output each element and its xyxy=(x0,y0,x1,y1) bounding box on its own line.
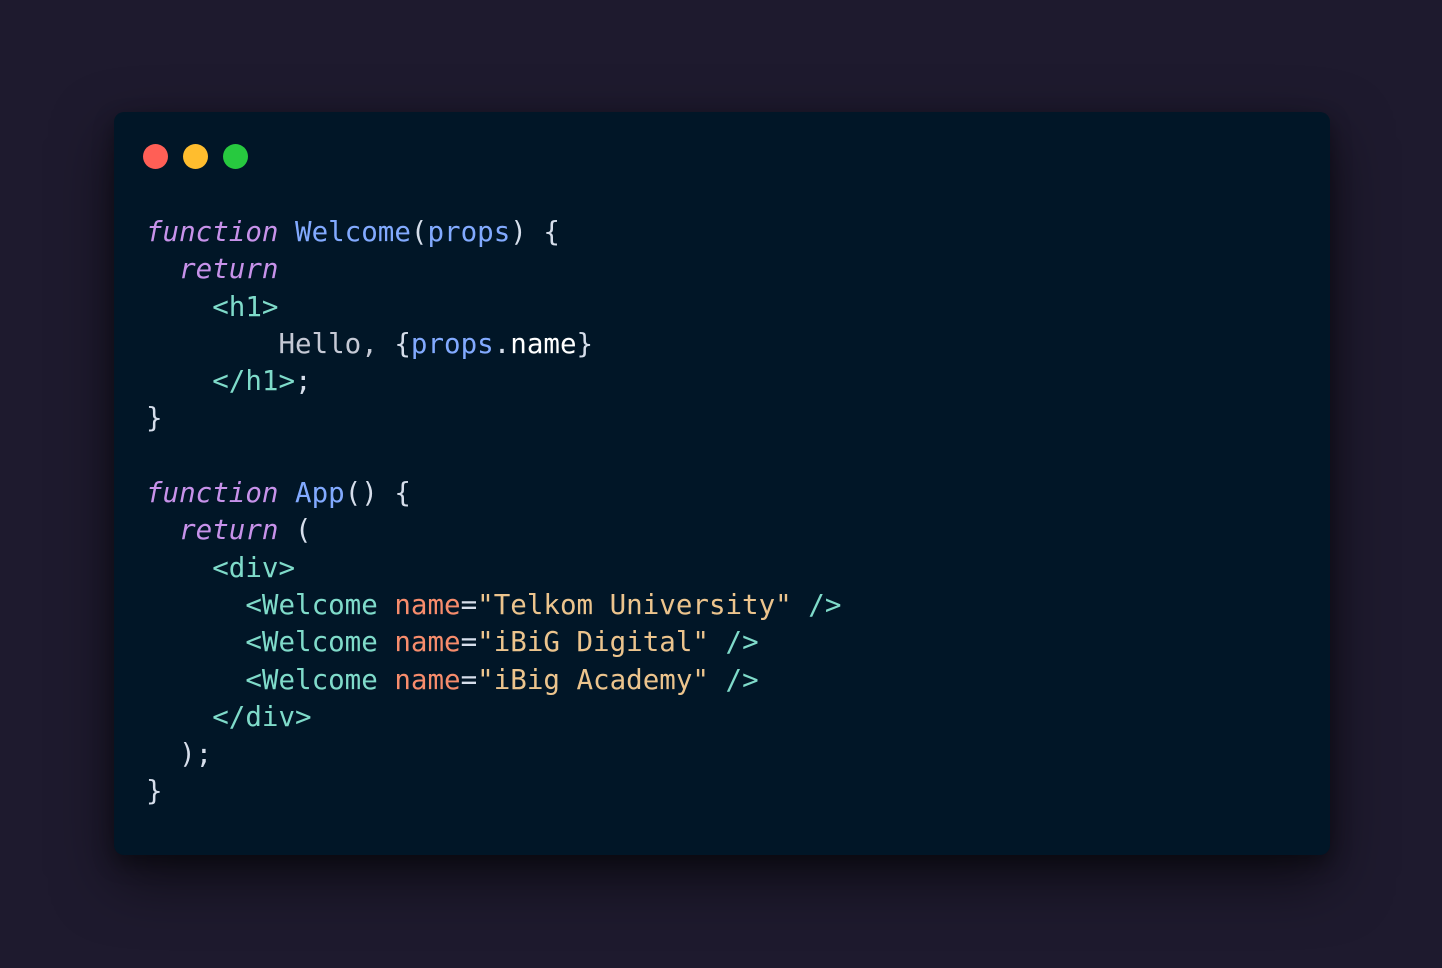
code-line: function App() { xyxy=(146,475,841,512)
code-line: <h1> xyxy=(146,289,841,326)
code-token: ); xyxy=(179,738,213,771)
code-token: /> xyxy=(725,626,759,659)
code-line: return xyxy=(146,251,841,288)
code-line: </h1>; xyxy=(146,363,841,400)
code-token: } xyxy=(146,775,163,808)
code-token: Hello, xyxy=(278,327,395,360)
code-token: () { xyxy=(344,477,411,510)
code-line: </div> xyxy=(146,699,841,736)
code-token: </div> xyxy=(212,700,312,733)
code-line: <Welcome name="iBig Academy" /> xyxy=(146,662,841,699)
code-token: return xyxy=(179,514,279,547)
code-line: } xyxy=(146,773,841,810)
code-token: <div> xyxy=(212,551,296,584)
code-token: ( xyxy=(278,514,312,547)
code-token: ; xyxy=(295,365,312,398)
code-token: name xyxy=(394,588,461,621)
code-token: "iBig Academy" xyxy=(477,663,709,696)
page-background: { "colors": { "page_background": "#1e1a2… xyxy=(0,0,1442,968)
code-line: function Welcome(props) { xyxy=(146,214,841,251)
code-token: /> xyxy=(725,663,759,696)
code-line: <div> xyxy=(146,550,841,587)
code-line: Hello, {props.name} xyxy=(146,326,841,363)
code-token: "iBiG Digital" xyxy=(477,626,709,659)
code-token: return xyxy=(179,253,279,286)
code-token: function xyxy=(146,216,279,248)
window-controls xyxy=(143,144,248,169)
code-window: function Welcome(props) { return <h1> He… xyxy=(114,112,1330,855)
code-token: } xyxy=(146,402,163,435)
code-token: = xyxy=(460,588,478,621)
code-token: <Welcome xyxy=(245,626,378,659)
code-token: <Welcome xyxy=(245,588,378,621)
code-token: = xyxy=(460,626,478,659)
close-button[interactable] xyxy=(143,144,168,169)
code-block: function Welcome(props) { return <h1> He… xyxy=(146,214,841,811)
minimize-button[interactable] xyxy=(183,144,208,169)
code-token: <Welcome xyxy=(245,663,378,696)
code-token: props xyxy=(427,216,511,248)
code-token: "Telkom University" xyxy=(477,588,792,621)
code-token: /> xyxy=(808,588,842,621)
code-token: name xyxy=(510,327,577,360)
code-token: </h1> xyxy=(212,365,296,398)
code-token: Welcome xyxy=(295,216,411,248)
code-token: . xyxy=(493,327,511,360)
code-token: name xyxy=(394,663,461,696)
code-token: { xyxy=(394,327,411,360)
code-token: } xyxy=(576,327,594,360)
maximize-button[interactable] xyxy=(223,144,248,169)
code-token: ) { xyxy=(510,216,560,248)
code-token: function xyxy=(146,477,279,510)
code-token: <h1> xyxy=(212,290,279,323)
code-line: <Welcome name="Telkom University" /> xyxy=(146,587,841,624)
code-token: name xyxy=(394,626,461,659)
code-token: = xyxy=(460,663,478,696)
code-line: } xyxy=(146,400,841,437)
code-line: return ( xyxy=(146,512,841,549)
code-token: App xyxy=(295,477,345,510)
code-token: ( xyxy=(410,216,428,248)
code-line: <Welcome name="iBiG Digital" /> xyxy=(146,624,841,661)
code-token: props xyxy=(410,327,494,360)
code-line: ); xyxy=(146,736,841,773)
